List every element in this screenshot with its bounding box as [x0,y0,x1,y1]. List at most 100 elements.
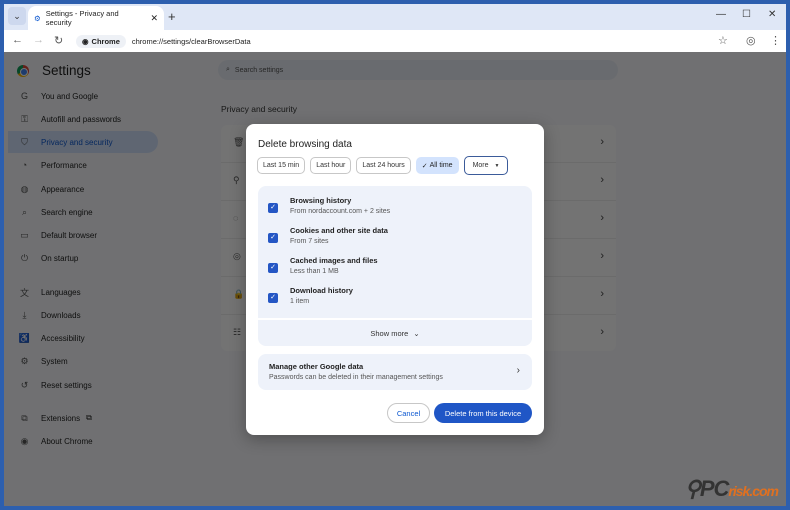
on-startup-icon: ⏻ [20,252,29,263]
delete-browsing-data-dialog: Delete browsing data Last 15 min Last ho… [246,124,544,435]
ads-icon: ◎ [233,251,241,261]
chevron-right-icon: › [600,288,604,300]
sidebar-item-label: Appearance [41,184,85,194]
new-tab-button[interactable]: + [168,9,176,24]
range-last-hour[interactable]: Last hour [310,157,352,174]
item-subtitle: From 7 sites [290,238,329,245]
tab-settings[interactable]: ⚙ Settings - Privacy and security ✕ [28,6,164,30]
sidebar-item-privacy-and-security[interactable]: ⛉ Privacy and security [8,131,158,153]
guide-icon: ⚲ [233,175,240,185]
back-icon[interactable]: ← [12,34,23,46]
data-type-item[interactable]: ✓ Download history 1 item [258,284,532,314]
chevron-right-icon: › [600,136,604,148]
sidebar-item-label: Languages [41,287,81,297]
maximize-button[interactable]: ☐ [742,9,751,20]
delete-button[interactable]: Delete from this device [434,403,532,423]
range-all-time[interactable]: ✓ All time [415,157,459,174]
gear-icon: ⚙ [34,13,41,23]
dialog-title: Delete browsing data [258,139,352,150]
data-type-item[interactable]: ✓ Cached images and files Less than 1 MB [258,254,532,284]
site-chip[interactable]: ◉ Chrome [76,34,126,48]
sidebar-item-on-startup[interactable]: ⏻ On startup [8,247,158,269]
sidebar-item-label: You and Google [41,91,99,101]
chip-label: Chrome [91,36,120,46]
privacy-and-security-icon: ⛉ [21,136,28,147]
reload-icon[interactable]: ↻ [54,34,63,47]
system-icon: ⚙ [20,355,29,366]
cancel-button[interactable]: Cancel [387,403,430,423]
external-link-icon: ⧉ [86,413,92,422]
toolbar: ← → ↻ ◉ Chrome chrome://settings/clearBrow… [4,30,786,52]
sidebar-item-label: About Chrome [41,436,93,446]
search-placeholder: Search settings [234,66,284,74]
sidebar-item-label: Accessibility [41,333,85,343]
chevron-right-icon: › [600,212,604,224]
reset-settings-icon: ↺ [20,379,29,390]
item-subtitle: Less than 1 MB [290,268,339,275]
sidebar-item-label: Search engine [41,207,93,217]
time-range-chips: Last 15 min Last hour Last 24 hours ✓ Al… [257,156,509,175]
manage-subtitle: Passwords can be deleted in their manage… [269,374,443,381]
minimize-button[interactable]: — [716,9,726,20]
range-last-15-min[interactable]: Last 15 min [257,157,306,174]
checkbox-checked[interactable]: ✓ [268,293,278,303]
sidebar-item-label: Default browser [41,230,98,240]
settings-title: Settings [42,63,91,78]
section-heading: Privacy and security [221,104,298,114]
autofill-and-passwords-icon: ⚿ [21,113,28,124]
item-subtitle: 1 item [290,298,310,305]
sidebar-item-label: Reset settings [41,380,92,390]
sidebar-item-about-chrome[interactable]: ◉ About Chrome [8,430,158,452]
profile-icon[interactable]: ◎ [746,34,756,47]
forward-icon[interactable]: → [33,34,44,46]
sidebar-item-performance[interactable]: ◔ Performance [8,154,158,176]
data-type-list: ✓ Browsing history From nordaccount.com + … [258,186,532,318]
url-text[interactable]: chrome://settings/clearBrowserData [132,37,251,46]
sidebar-item-label: Performance [41,160,87,170]
sidebar-item-extensions[interactable]: ⧉ Extensions ⧉ [8,407,158,429]
sidebar-item-label: Autofill and passwords [41,114,122,124]
sidebar-item-accessibility[interactable]: ♿ Accessibility [8,327,158,349]
search-input[interactable]: ⌕ Search settings [218,60,618,80]
address-bar[interactable]: ◉ Chrome chrome://settings/clearBrowserDat… [76,32,251,50]
search-engine-icon: ⌕ [21,206,28,217]
close-tab-icon[interactable]: ✕ [150,13,158,24]
checkbox-checked[interactable]: ✓ [268,263,278,273]
data-type-item[interactable]: ✓ Cookies and other site data From 7 sites [258,224,532,254]
show-more-label: Show more [370,328,409,338]
close-window-button[interactable]: ✕ [768,9,776,20]
data-type-item[interactable]: ✓ Browsing history From nordaccount.com + … [258,194,532,224]
sidebar-item-languages[interactable]: 文 Languages [8,281,158,303]
search-icon: ⌕ [226,66,230,73]
sidebar-item-appearance[interactable]: ◍ Appearance [8,178,158,200]
languages-icon: 文 [19,287,29,298]
more-dropdown[interactable]: More ▼ [463,156,509,175]
sidebar-item-you-and-google[interactable]: G You and Google [8,85,158,107]
show-more-button[interactable]: Show more ⌄ [258,320,532,346]
star-icon[interactable]: ☆ [718,34,728,47]
default-browser-icon: ▭ [20,229,29,240]
menu-icon[interactable]: ⋮ [770,34,781,47]
chrome-logo-icon [17,65,29,77]
sidebar-item-default-browser[interactable]: ▭ Default browser [8,224,158,246]
sidebar-item-label: System [41,356,68,366]
sidebar-item-search-engine[interactable]: ⌕ Search engine [8,201,158,223]
check-icon: ✓ [421,162,430,170]
item-title: Cached images and files [290,256,378,265]
tab-search-button[interactable]: ⌄ [8,7,26,25]
downloads-icon: ⤓ [22,309,27,320]
sidebar-item-label: Downloads [41,310,81,320]
more-label: More [472,162,489,169]
sidebar-item-autofill-and-passwords[interactable]: ⚿ Autofill and passwords [8,108,158,130]
manage-google-data-link[interactable]: Manage other Google data Passwords can be… [258,354,532,390]
performance-icon: ◔ [21,160,28,170]
browser-window: ⌄ ⚙ Settings - Privacy and security ✕ + — … [4,4,786,506]
sidebar-item-downloads[interactable]: ⤓ Downloads [8,304,158,326]
checkbox-checked[interactable]: ✓ [268,203,278,213]
appearance-icon: ◍ [20,183,29,194]
checkbox-checked[interactable]: ✓ [268,233,278,243]
range-last-24-hours[interactable]: Last 24 hours [356,157,411,174]
tune-icon: ☷ [233,327,242,337]
sidebar-item-reset-settings[interactable]: ↺ Reset settings [8,374,158,396]
sidebar-item-system[interactable]: ⚙ System [8,350,158,372]
